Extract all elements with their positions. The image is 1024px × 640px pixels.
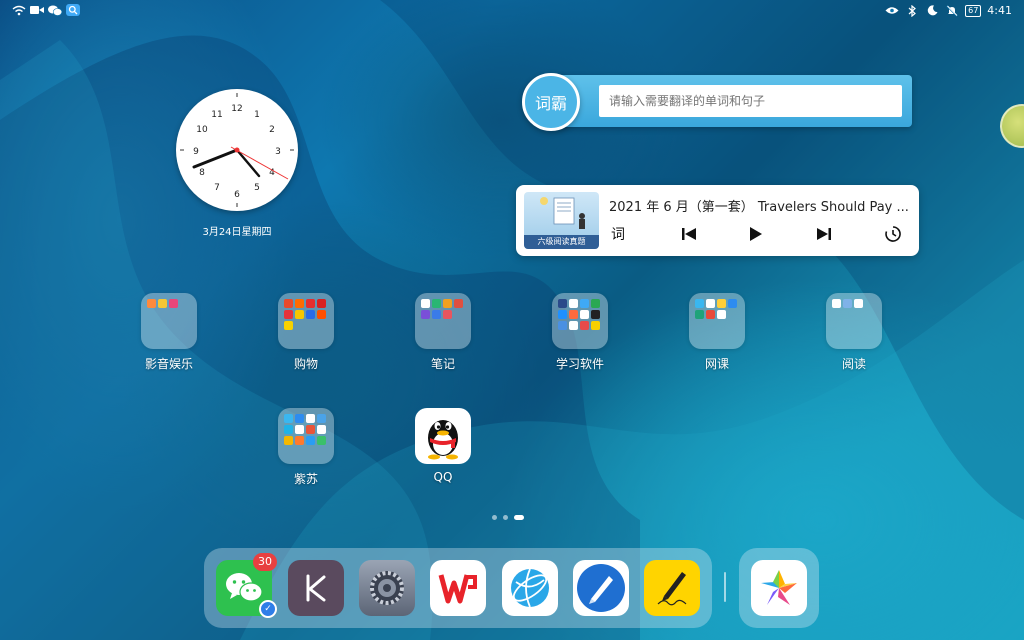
- pen-notes-icon: [577, 564, 625, 612]
- previous-icon: [682, 228, 696, 240]
- wechat-icon: [48, 4, 62, 16]
- folder-label: 购物: [293, 357, 318, 371]
- folder-entertainment-icon: [141, 293, 197, 349]
- dock-wps[interactable]: [430, 560, 486, 616]
- battery-indicator: 67: [965, 4, 982, 17]
- k-app-icon: [306, 574, 326, 602]
- folder-label: 影音娱乐: [144, 357, 193, 371]
- clock-num-2: 2: [269, 125, 275, 135]
- video-icon: [30, 4, 44, 16]
- wps-icon: [438, 574, 477, 604]
- next-icon: [817, 228, 831, 240]
- settings-icon: [370, 571, 404, 605]
- folder-zisu[interactable]: 紫苏: [266, 408, 346, 487]
- minute-hand: [235, 148, 261, 178]
- folder-zisu-icon: [278, 408, 334, 464]
- folder-label: 阅读: [841, 357, 866, 371]
- clock-widget[interactable]: 12 1 2 3 4 5 6 7 8 9 10 11: [176, 89, 298, 211]
- app-qq[interactable]: QQ: [403, 408, 483, 484]
- clock-date: 3月24日星期四: [202, 227, 272, 238]
- folder-online-course[interactable]: 网课: [677, 293, 757, 372]
- dock-sign-notes[interactable]: [644, 560, 700, 616]
- folder-reading[interactable]: 阅读: [814, 293, 894, 372]
- dock-separator: [724, 572, 726, 602]
- clock-num-10: 10: [196, 125, 208, 135]
- status-left: [12, 4, 80, 16]
- clock-num-12: 12: [231, 104, 242, 114]
- cover-illustration-icon: [540, 197, 585, 229]
- dock-pen-notes[interactable]: [573, 560, 629, 616]
- qq-icon: [415, 408, 471, 464]
- clock-face: 12 1 2 3 4 5 6 7 8 9 10 11: [180, 93, 294, 207]
- folder-reading-icon: [826, 293, 882, 349]
- dock-settings[interactable]: [359, 560, 415, 616]
- gallery-icon: [761, 570, 797, 605]
- folder-notes[interactable]: 笔记: [403, 293, 483, 372]
- clock-num-7: 7: [214, 183, 220, 193]
- folder-label: 学习软件: [555, 357, 604, 371]
- folder-notes-icon: [415, 293, 471, 349]
- folder-entertainment[interactable]: 影音娱乐: [129, 293, 209, 372]
- hour-hand: [192, 148, 239, 169]
- status-right: 67 4:41: [885, 4, 1012, 17]
- folder-study-icon: [552, 293, 608, 349]
- sign-notes-icon: [657, 572, 687, 606]
- browser-icon: [511, 568, 549, 608]
- timer-icon: [885, 226, 901, 242]
- clock-num-9: 9: [193, 147, 199, 157]
- page-dot-active[interactable]: [514, 515, 524, 520]
- search-app-icon: [66, 4, 80, 16]
- player-cover-image[interactable]: 六级阅读真题: [524, 192, 599, 249]
- moon-icon: [925, 5, 939, 17]
- wechat-icon: [226, 573, 263, 602]
- wifi-icon: [12, 4, 26, 16]
- player-track-title: 2021 年 6 月（第一套） Travelers Should Pay ...: [609, 200, 909, 215]
- bell-off-icon: [945, 4, 959, 17]
- dock-browser[interactable]: [502, 560, 558, 616]
- translator-widget: 词霸: [522, 73, 914, 131]
- dock-k-app[interactable]: [288, 560, 344, 616]
- clock-num-1: 1: [254, 110, 260, 120]
- page-indicator[interactable]: [492, 515, 524, 520]
- folder-online-course-icon: [689, 293, 745, 349]
- page-dot[interactable]: [503, 515, 508, 520]
- clock-num-6: 6: [234, 190, 240, 200]
- page-dot[interactable]: [492, 515, 497, 520]
- play-button[interactable]: [745, 223, 767, 245]
- floating-ball[interactable]: [1000, 104, 1024, 148]
- translator-logo[interactable]: 词霸: [522, 73, 580, 131]
- next-track-button[interactable]: [813, 223, 835, 245]
- clock-num-8: 8: [199, 168, 205, 178]
- player-word-button[interactable]: 词: [609, 223, 627, 245]
- bluetooth-icon: [905, 4, 919, 17]
- play-icon: [750, 227, 762, 241]
- eye-icon: [885, 5, 899, 17]
- wechat-unread-badge: 30: [253, 553, 277, 571]
- folder-label: 紫苏: [293, 472, 318, 486]
- player-cover-caption: 六级阅读真题: [524, 235, 599, 249]
- clock-num-3: 3: [275, 147, 281, 157]
- app-label: QQ: [433, 470, 453, 484]
- shield-check-icon: ✓: [259, 600, 277, 618]
- folder-shopping[interactable]: 购物: [266, 293, 346, 372]
- timer-button[interactable]: [882, 223, 904, 245]
- folder-shopping-icon: [278, 293, 334, 349]
- status-bar: 67 4:41: [0, 0, 1024, 24]
- dock-gallery[interactable]: [751, 560, 807, 616]
- folder-label: 笔记: [430, 357, 455, 371]
- folder-study[interactable]: 学习软件: [540, 293, 620, 372]
- translator-search-input[interactable]: [599, 85, 902, 117]
- previous-track-button[interactable]: [678, 223, 700, 245]
- folder-label: 网课: [704, 357, 729, 371]
- audio-player-widget[interactable]: 六级阅读真题 2021 年 6 月（第一套） Travelers Should …: [516, 185, 919, 256]
- status-time: 4:41: [987, 4, 1012, 17]
- clock-num-4: 4: [269, 168, 275, 178]
- clock-num-11: 11: [211, 110, 222, 120]
- clock-num-5: 5: [254, 183, 260, 193]
